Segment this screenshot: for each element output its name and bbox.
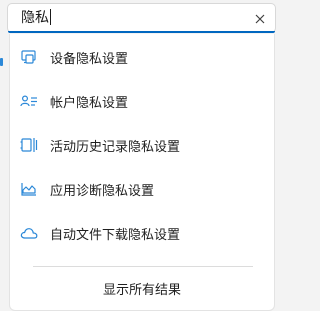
cloud-icon (19, 223, 39, 243)
text-caret (50, 9, 51, 25)
search-query: 隐私 (21, 10, 49, 26)
activity-history-icon (19, 135, 39, 155)
clear-search-button[interactable] (251, 10, 269, 28)
result-label: 设备隐私设置 (50, 51, 129, 67)
device-icon (19, 47, 39, 67)
close-icon (255, 14, 265, 24)
show-all-results-link[interactable]: 显示所有结果 (10, 278, 274, 304)
result-item-app-diagnostics-privacy[interactable]: 应用诊断隐私设置 (10, 167, 274, 211)
search-focus-underline (8, 31, 275, 33)
result-item-activity-history-privacy[interactable]: 活动历史记录隐私设置 (10, 123, 274, 167)
account-icon (19, 91, 39, 111)
result-item-auto-file-download-privacy[interactable]: 自动文件下载隐私设置 (10, 211, 274, 255)
result-label: 自动文件下载隐私设置 (50, 227, 181, 243)
result-item-account-privacy[interactable]: 帐户隐私设置 (10, 79, 274, 123)
search-box[interactable]: 隐私 (7, 3, 276, 33)
result-label: 应用诊断隐私设置 (50, 183, 155, 199)
nav-indicator (0, 58, 3, 66)
result-item-device-privacy[interactable]: 设备隐私设置 (10, 35, 274, 79)
result-label: 活动历史记录隐私设置 (50, 139, 181, 155)
result-label: 帐户隐私设置 (50, 95, 129, 111)
app-diagnostics-icon (19, 179, 39, 199)
search-results-dropdown: 设备隐私设置 帐户隐私设置 活动历史记录隐私设置 应用诊断隐私设置 自动文件下载… (9, 34, 275, 311)
results-divider (33, 266, 253, 267)
search-input[interactable]: 隐私 (21, 9, 51, 27)
